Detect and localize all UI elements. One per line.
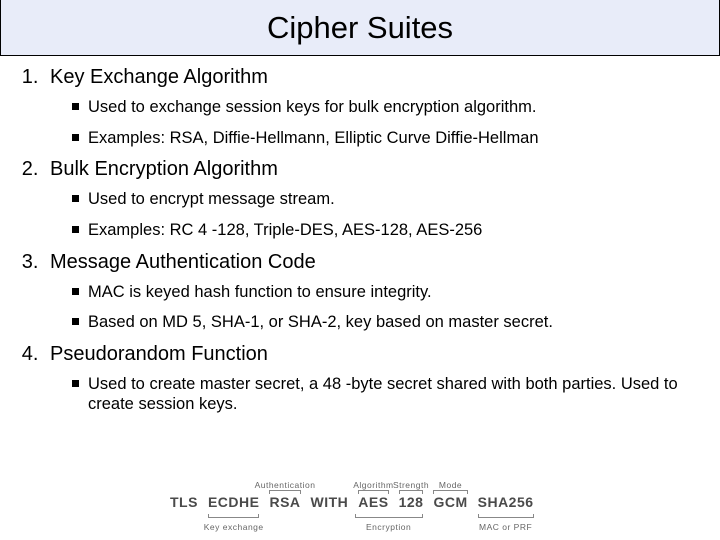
list-item: Used to create master secret, a 48 -byte… (72, 374, 706, 415)
diagram-token-ecdhe: Key exchange ECDHE (208, 494, 260, 510)
section-1-heading: Key Exchange Algorithm (50, 66, 268, 88)
title-bar: Cipher Suites (0, 0, 720, 56)
section-4-bullets: Used to create master secret, a 48 -byte… (50, 374, 706, 415)
diagram-token-tls: TLS (170, 494, 198, 510)
section-3-bullets: MAC is keyed hash function to ensure int… (50, 282, 706, 333)
section-4: Pseudorandom Function Used to create mas… (44, 343, 706, 415)
slide-title: Cipher Suites (267, 10, 453, 46)
section-3: Message Authentication Code MAC is keyed… (44, 251, 706, 333)
diagram-token-rsa: Authentication RSA (269, 494, 300, 510)
diagram-token-with: WITH (311, 494, 349, 510)
section-4-heading: Pseudorandom Function (50, 343, 268, 365)
list-item: Used to exchange session keys for bulk e… (72, 97, 706, 118)
diagram-label-encryption: Encryption (366, 522, 411, 532)
diagram-label-auth: Authentication (255, 480, 316, 490)
list-item: Examples: RSA, Diffie-Hellmann, Elliptic… (72, 128, 706, 149)
section-2-bullets: Used to encrypt message stream. Examples… (50, 189, 706, 240)
diagram-token-gcm: Mode GCM (433, 494, 467, 510)
slide-content: Key Exchange Algorithm Used to exchange … (0, 56, 720, 415)
diagram-label-keyexchange: Key exchange (204, 522, 264, 532)
section-1: Key Exchange Algorithm Used to exchange … (44, 66, 706, 148)
list-item: Used to encrypt message stream. (72, 189, 706, 210)
diagram-token-128: Strength Encryption 128 (399, 494, 424, 510)
main-list: Key Exchange Algorithm Used to exchange … (14, 66, 706, 415)
diagram-label-algorithm: Algorithm (353, 480, 393, 490)
diagram-label-strength: Strength (393, 480, 429, 490)
diagram-token-sha256: MAC or PRF SHA256 (478, 494, 534, 510)
diagram-label-mac: MAC or PRF (479, 522, 532, 532)
cipher-suite-diagram: TLS Key exchange ECDHE Authentication RS… (0, 480, 720, 534)
section-2: Bulk Encryption Algorithm Used to encryp… (44, 158, 706, 240)
section-1-bullets: Used to exchange session keys for bulk e… (50, 97, 706, 148)
diagram-label-mode: Mode (439, 480, 462, 490)
list-item: MAC is keyed hash function to ensure int… (72, 282, 706, 303)
section-2-heading: Bulk Encryption Algorithm (50, 158, 278, 180)
list-item: Examples: RC 4 -128, Triple-DES, AES-128… (72, 220, 706, 241)
section-3-heading: Message Authentication Code (50, 251, 316, 273)
list-item: Based on MD 5, SHA-1, or SHA-2, key base… (72, 312, 706, 333)
diagram-token-aes: Algorithm AES (358, 494, 388, 510)
